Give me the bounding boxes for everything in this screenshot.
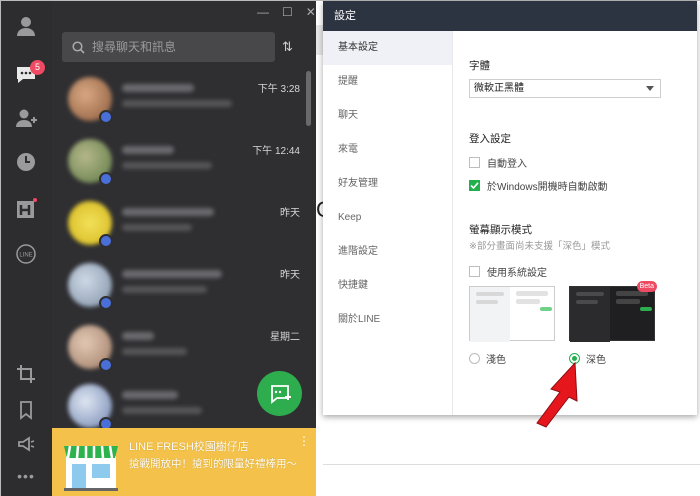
display-mode-note: ※部分畫面尚未支援「深色」模式 bbox=[469, 241, 610, 252]
chat-timestamp: 星期二 bbox=[270, 332, 300, 343]
avatar-status-badge bbox=[99, 110, 113, 124]
chat-name-blurred bbox=[122, 270, 222, 278]
avatar-status-badge bbox=[99, 296, 113, 310]
chat-preview-blurred bbox=[122, 100, 232, 107]
friends-icon[interactable] bbox=[13, 13, 39, 39]
settings-nav-friends[interactable]: 好友管理 bbox=[323, 167, 452, 201]
chat-row[interactable]: 昨天 bbox=[52, 260, 316, 322]
settings-dialog: 設定 基本設定 提醒 聊天 來電 好友管理 Keep 進階設定 快捷鍵 關於LI… bbox=[323, 1, 697, 415]
sort-icon[interactable]: ⇅ bbox=[282, 39, 293, 55]
chat-name-blurred bbox=[122, 332, 154, 340]
settings-nav-shortcuts[interactable]: 快捷鍵 bbox=[323, 269, 452, 303]
display-mode-label: 螢幕顯示模式 bbox=[469, 224, 532, 236]
use-system-label: 使用系統設定 bbox=[487, 268, 547, 279]
avatar-status-badge bbox=[99, 172, 113, 186]
chat-preview-blurred bbox=[122, 407, 202, 414]
chat-timestamp: 昨天 bbox=[280, 270, 300, 281]
openchat-icon[interactable] bbox=[13, 196, 39, 222]
shop-storefront-icon bbox=[64, 445, 118, 491]
search-input[interactable] bbox=[92, 40, 262, 54]
history-clock-icon[interactable] bbox=[13, 149, 39, 175]
check-icon bbox=[470, 182, 479, 190]
settings-nav-keep[interactable]: Keep bbox=[323, 201, 452, 235]
chat-preview-blurred bbox=[122, 286, 207, 293]
light-mode-radio[interactable]: 淺色 bbox=[469, 351, 506, 366]
beta-badge: Beta bbox=[636, 281, 657, 292]
close-icon[interactable]: ✕ bbox=[306, 5, 316, 19]
svg-text:LINE: LINE bbox=[19, 253, 32, 259]
window-controls: — ☐ ✕ bbox=[257, 5, 316, 19]
font-select-value: 微軟正黑體 bbox=[474, 83, 524, 94]
more-options-icon[interactable]: ••• bbox=[13, 463, 39, 489]
settings-nav-notifications[interactable]: 提醒 bbox=[323, 65, 452, 99]
auto-login-checkbox[interactable]: 自動登入 bbox=[469, 155, 527, 170]
banner-text: 搶戰開放中！搶到的限量好禮棒用～ bbox=[129, 458, 297, 470]
screenshot-crop-icon[interactable] bbox=[13, 361, 39, 387]
light-mode-preview[interactable] bbox=[469, 286, 555, 342]
dark-mode-preview[interactable]: Beta bbox=[569, 281, 657, 342]
red-arrow-icon bbox=[536, 361, 578, 428]
chat-preview-blurred bbox=[122, 224, 192, 231]
chat-name-blurred bbox=[122, 84, 194, 92]
divider bbox=[323, 464, 700, 465]
chat-name-blurred bbox=[122, 146, 174, 154]
line-services-icon[interactable]: LINE bbox=[13, 241, 39, 267]
add-friend-icon[interactable] bbox=[13, 105, 39, 131]
settings-nav: 基本設定 提醒 聊天 來電 好友管理 Keep 進階設定 快捷鍵 關於LINE bbox=[323, 31, 453, 415]
checkbox-box[interactable] bbox=[469, 157, 480, 168]
chat-list-panel: — ☐ ✕ ⇅ 下午 3:28 下午 12:44 昨天 bbox=[52, 1, 316, 496]
chat-timestamp: 下午 3:28 bbox=[257, 84, 300, 95]
banner-more-icon[interactable]: ⋮ bbox=[298, 434, 310, 448]
chat-list-scrollbar[interactable] bbox=[306, 71, 311, 126]
chat-row[interactable]: 下午 3:28 bbox=[52, 74, 316, 136]
icon-rail: 5 LINE ••• bbox=[1, 1, 52, 496]
search-box[interactable] bbox=[62, 32, 275, 62]
unread-badge: 5 bbox=[30, 60, 45, 75]
line-app-window: 5 LINE ••• — ☐ ✕ 搜尋聊天和訊息 ⇅ 下午 3:28 下午 12… bbox=[0, 0, 700, 496]
checkbox-checked[interactable] bbox=[469, 180, 480, 191]
chevron-down-icon bbox=[646, 86, 654, 91]
chat-timestamp: 昨天 bbox=[280, 208, 300, 219]
minimize-icon[interactable]: — bbox=[257, 5, 269, 19]
avatar-status-badge bbox=[99, 234, 113, 248]
settings-nav-basic[interactable]: 基本設定 bbox=[323, 31, 452, 65]
chat-name-blurred bbox=[122, 391, 178, 399]
checkbox-box[interactable] bbox=[469, 266, 480, 277]
dark-mode-label: 深色 bbox=[586, 355, 606, 366]
keep-bookmark-icon[interactable] bbox=[13, 397, 39, 423]
radio-button[interactable] bbox=[469, 353, 480, 364]
chat-row[interactable]: 昨天 bbox=[52, 198, 316, 260]
settings-nav-advanced[interactable]: 進階設定 bbox=[323, 235, 452, 269]
promo-banner[interactable]: LINE FRESH校園樹仔店 搶戰開放中！搶到的限量好禮棒用～ ⋮ bbox=[52, 428, 316, 496]
maximize-icon[interactable]: ☐ bbox=[282, 5, 293, 19]
chat-timestamp: 下午 12:44 bbox=[252, 146, 300, 157]
settings-nav-calls[interactable]: 來電 bbox=[323, 133, 452, 167]
search-icon bbox=[72, 40, 85, 54]
login-settings-label: 登入設定 bbox=[469, 133, 511, 145]
chat-preview-blurred bbox=[122, 162, 212, 169]
auto-start-label: 於Windows開機時自動啟動 bbox=[487, 182, 608, 193]
settings-title: 設定 bbox=[323, 1, 697, 31]
settings-nav-about[interactable]: 關於LINE bbox=[323, 303, 452, 337]
font-select[interactable]: 微軟正黑體 bbox=[469, 79, 661, 98]
chat-preview-blurred bbox=[122, 348, 187, 355]
auto-start-checkbox[interactable]: 於Windows開機時自動啟動 bbox=[469, 178, 608, 193]
font-label: 字體 bbox=[469, 60, 490, 72]
settings-nav-chats[interactable]: 聊天 bbox=[323, 99, 452, 133]
avatar-status-badge bbox=[99, 358, 113, 372]
banner-title: LINE FRESH校園樹仔店 bbox=[129, 441, 249, 453]
new-chat-icon bbox=[270, 384, 291, 404]
chat-name-blurred bbox=[122, 208, 214, 216]
announcement-speaker-icon[interactable] bbox=[13, 431, 39, 457]
chat-row[interactable]: 下午 12:44 bbox=[52, 136, 316, 198]
new-chat-button[interactable] bbox=[257, 371, 302, 416]
auto-login-label: 自動登入 bbox=[487, 159, 527, 170]
use-system-checkbox[interactable]: 使用系統設定 bbox=[469, 264, 547, 279]
settings-pane: 字體 微軟正黑體 登入設定 自動登入 於Windows開機時自動啟動 螢幕顯示模… bbox=[453, 31, 697, 415]
light-mode-label: 淺色 bbox=[486, 355, 506, 366]
